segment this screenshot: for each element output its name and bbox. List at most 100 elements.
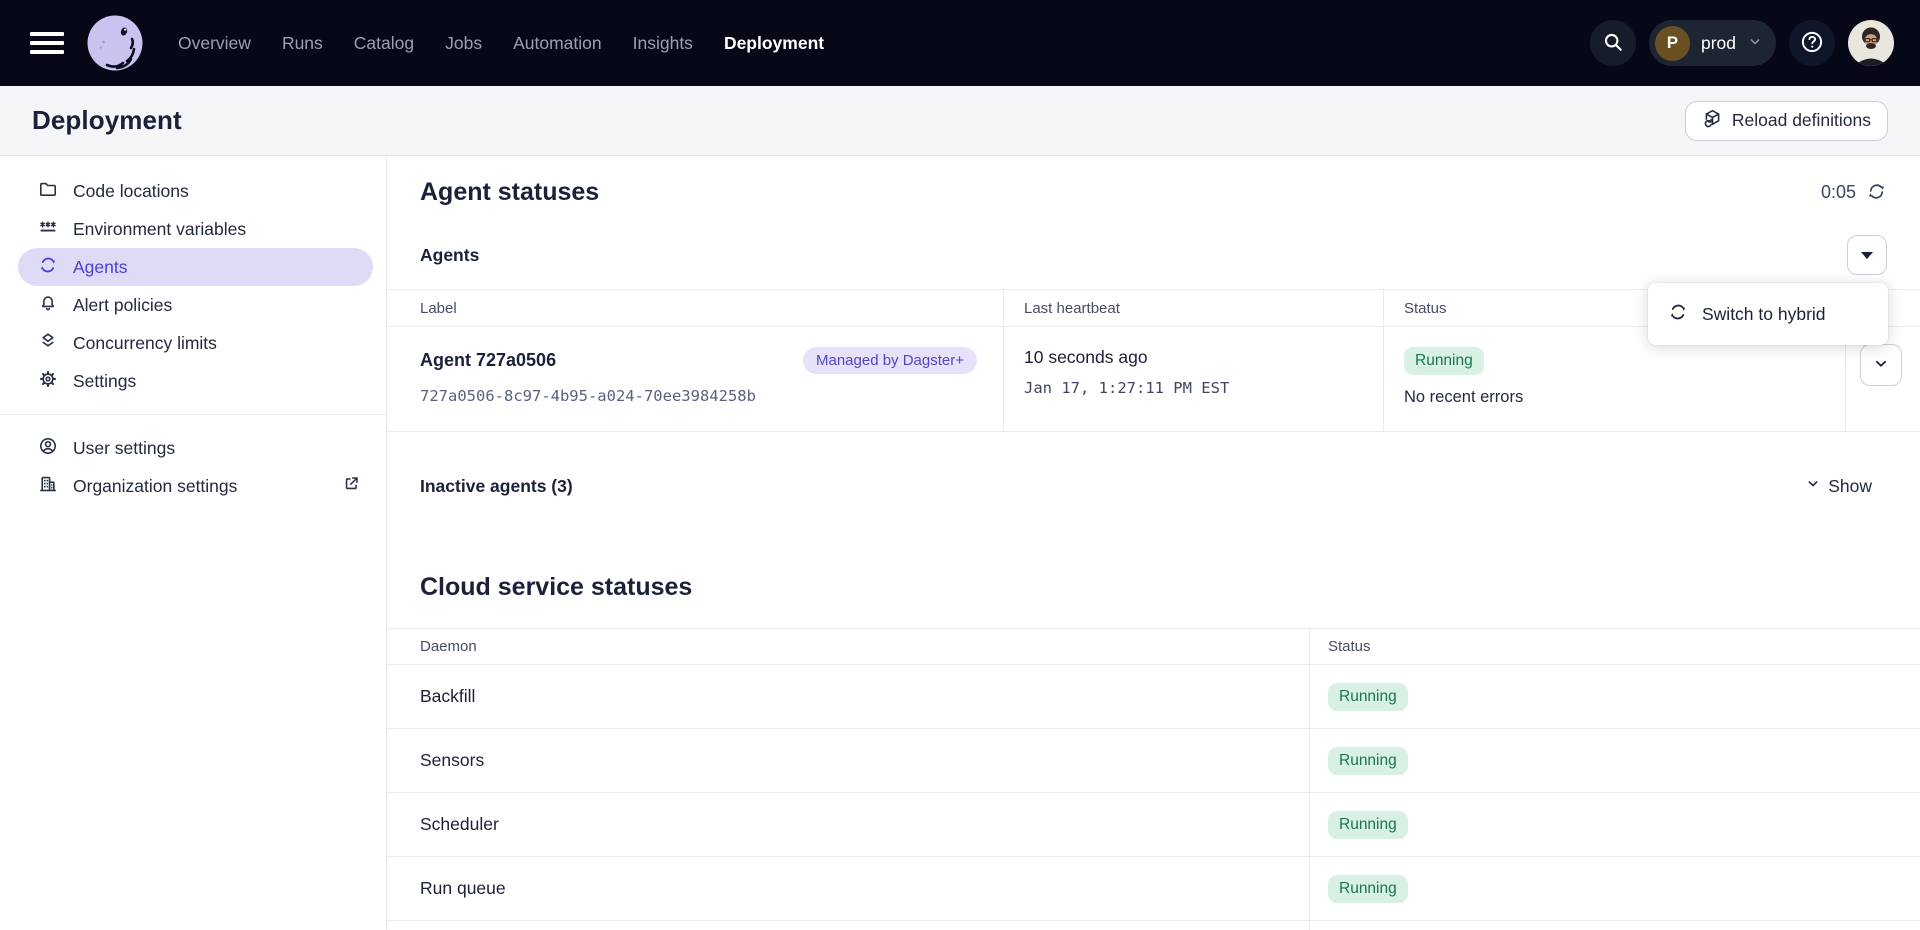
agent-actions-button[interactable] — [1847, 235, 1887, 275]
refresh-countdown: 0:05 — [1821, 181, 1887, 205]
external-link-icon — [342, 474, 361, 498]
agent-statuses-title: Agent statuses — [420, 178, 599, 207]
sidebar-item-label: Concurrency limits — [73, 333, 217, 354]
refresh-countdown-value: 0:05 — [1821, 182, 1856, 203]
sidebar-item-label: Code locations — [73, 181, 189, 202]
heartbeat-relative: 10 seconds ago — [1024, 347, 1383, 368]
sidebar-item-code-locations[interactable]: Code locations — [18, 172, 373, 210]
status-badge: Running — [1404, 347, 1484, 375]
daemon-name: Backfill — [387, 665, 1310, 728]
managed-by-dagster-badge: Managed by Dagster+ — [803, 347, 977, 374]
status-badge: Running — [1328, 811, 1408, 839]
search-button[interactable] — [1590, 20, 1636, 66]
status-note: No recent errors — [1404, 388, 1845, 407]
menu-button[interactable] — [26, 21, 70, 65]
folder-icon — [38, 179, 58, 204]
reload-definitions-button[interactable]: Reload definitions — [1685, 101, 1888, 141]
top-nav: Overview Runs Catalog Jobs Automation In… — [0, 0, 1920, 86]
reload-definitions-label: Reload definitions — [1732, 110, 1871, 131]
agent-heartbeat-cell: 10 seconds ago Jan 17, 1:27:11 PM EST — [1004, 327, 1384, 431]
switch-to-hybrid-label: Switch to hybrid — [1702, 304, 1826, 325]
nav-item-catalog[interactable]: Catalog — [354, 33, 414, 54]
daemon-name: Scheduler — [387, 793, 1310, 856]
help-icon — [1800, 30, 1824, 57]
nav-item-insights[interactable]: Insights — [633, 33, 693, 54]
nav-item-runs[interactable]: Runs — [282, 33, 323, 54]
column-header-label: Label — [387, 290, 1004, 326]
workspace-name: prod — [1701, 33, 1736, 54]
table-row: Scheduler Running — [387, 793, 1920, 857]
nav-item-automation[interactable]: Automation — [513, 33, 602, 54]
column-header-heartbeat: Last heartbeat — [1004, 290, 1384, 326]
sidebar-item-organization-settings[interactable]: Organization settings — [18, 467, 373, 505]
sidebar: Code locations Environment variables — [0, 156, 387, 930]
gear-icon — [38, 369, 58, 394]
agent-name[interactable]: Agent 727a0506 — [420, 350, 556, 371]
chevron-down-icon — [1805, 476, 1821, 497]
sidebar-item-label: User settings — [73, 438, 175, 459]
cloud-table-header: Daemon Status — [387, 629, 1920, 665]
switch-to-hybrid-menu-item[interactable]: Switch to hybrid — [1648, 302, 1888, 327]
daemon-name: Run queue — [387, 857, 1310, 920]
cloud-service-statuses-title: Cloud service statuses — [420, 573, 1920, 602]
status-badge: Running — [1328, 747, 1408, 775]
daemon-name: Sensors — [387, 729, 1310, 792]
primary-nav: Overview Runs Catalog Jobs Automation In… — [178, 33, 824, 54]
main-content: Agent statuses 0:05 — [387, 156, 1920, 930]
chevron-down-icon — [1872, 355, 1890, 376]
status-badge: Running — [1328, 875, 1408, 903]
app: Overview Runs Catalog Jobs Automation In… — [0, 0, 1920, 930]
agent-id: 727a0506-8c97-4b95-a024-70ee3984258b — [420, 387, 977, 405]
page-title: Deployment — [32, 105, 182, 136]
dagster-logo-icon[interactable] — [86, 14, 144, 72]
agent-label-cell: Agent 727a0506 Managed by Dagster+ 727a0… — [387, 327, 1004, 431]
sidebar-item-settings[interactable]: Settings — [18, 362, 373, 400]
refresh-button[interactable] — [1866, 181, 1887, 205]
agent-actions-menu: Switch to hybrid — [1648, 283, 1888, 345]
chevron-down-icon — [1747, 34, 1763, 53]
column-header-status: Status — [1310, 629, 1920, 664]
sidebar-item-alert-policies[interactable]: Alert policies — [18, 286, 373, 324]
agent-row-menu-button[interactable] — [1860, 344, 1902, 386]
env-variables-icon — [38, 217, 58, 242]
column-header-daemon: Daemon — [387, 629, 1310, 664]
user-icon — [38, 436, 58, 461]
user-avatar[interactable] — [1848, 20, 1894, 66]
sidebar-divider — [0, 414, 386, 415]
package-reload-icon — [1702, 108, 1723, 134]
nav-item-overview[interactable]: Overview — [178, 33, 251, 54]
page-header: Deployment Reload definitions — [0, 86, 1920, 156]
sidebar-item-environment-variables[interactable]: Environment variables — [18, 210, 373, 248]
building-icon — [38, 474, 58, 499]
nav-item-jobs[interactable]: Jobs — [445, 33, 482, 54]
nav-item-deployment[interactable]: Deployment — [724, 33, 824, 54]
agent-icon — [1668, 302, 1688, 327]
sidebar-item-label: Agents — [73, 257, 127, 278]
sidebar-item-label: Organization settings — [73, 476, 237, 497]
workspace-avatar: P — [1655, 26, 1690, 61]
agents-subtitle: Agents — [420, 245, 479, 266]
workspace-switcher[interactable]: P prod — [1649, 20, 1776, 66]
sidebar-item-concurrency-limits[interactable]: Concurrency limits — [18, 324, 373, 362]
nav-right: P prod — [1590, 20, 1894, 66]
cloud-services-table: Daemon Status Backfill Running Sensors R… — [387, 628, 1920, 930]
sidebar-item-label: Environment variables — [73, 219, 246, 240]
caret-down-icon — [1861, 252, 1873, 259]
table-row: Backfill Running — [387, 665, 1920, 729]
sidebar-item-label: Settings — [73, 371, 136, 392]
content: Code locations Environment variables — [0, 156, 1920, 930]
bell-icon — [38, 293, 58, 318]
table-row: Sensors Running — [387, 729, 1920, 793]
sidebar-item-user-settings[interactable]: User settings — [18, 429, 373, 467]
table-row — [387, 921, 1920, 930]
status-badge: Running — [1328, 683, 1408, 711]
show-inactive-agents-button[interactable]: Show — [1805, 476, 1872, 497]
agent-icon — [38, 255, 58, 280]
refresh-icon — [1866, 181, 1887, 205]
heartbeat-timestamp: Jan 17, 1:27:11 PM EST — [1024, 379, 1383, 397]
help-button[interactable] — [1789, 20, 1835, 66]
show-label: Show — [1828, 476, 1872, 497]
sidebar-item-agents[interactable]: Agents — [18, 248, 373, 286]
table-row: Run queue Running — [387, 857, 1920, 921]
sidebar-item-label: Alert policies — [73, 295, 172, 316]
